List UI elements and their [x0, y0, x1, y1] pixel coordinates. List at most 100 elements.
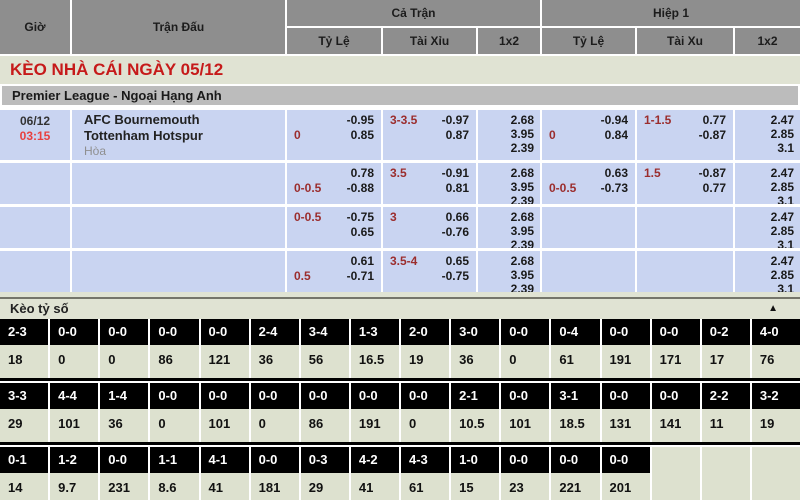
- score-cell: 0-0: [501, 383, 549, 409]
- score-cell: 1-2: [50, 447, 98, 473]
- handicap-label: 1.5: [644, 166, 661, 181]
- value-cell: 86: [150, 345, 198, 378]
- score-cell: 0-0: [251, 447, 299, 473]
- h1-1x2-cell[interactable]: 2.472.853.1: [735, 207, 800, 248]
- match-cell: AFC BournemouthTottenham HotspurHòa: [72, 110, 285, 160]
- score-cell: 1-4: [100, 383, 148, 409]
- score-cell: 0-0: [652, 319, 700, 345]
- h1-overunder-cell[interactable]: 1.5 -0.870.77: [637, 163, 733, 204]
- ft-1x2-cell[interactable]: 2.683.952.39: [478, 207, 540, 248]
- score-cell: 4-4: [50, 383, 98, 409]
- odds-value: 0.85: [351, 128, 374, 143]
- h1-handicap-cell[interactable]: -0.9400.84: [542, 110, 635, 160]
- h1-overunder-cell[interactable]: [637, 207, 733, 248]
- value-cell: 23: [501, 473, 549, 500]
- match-date: 06/12: [0, 114, 70, 129]
- odds-row: 06/1203:15AFC BournemouthTottenham Hotsp…: [0, 110, 800, 160]
- odds-value: 2.47: [735, 210, 800, 224]
- row-separator: [0, 378, 800, 381]
- score-cell: 4-0: [752, 319, 800, 345]
- h1-handicap-cell[interactable]: [542, 207, 635, 248]
- ft-1x2-cell[interactable]: 2.683.952.39: [478, 110, 540, 160]
- odds-value: 2.68: [478, 166, 540, 180]
- ft-overunder-cell[interactable]: 30.66-0.76: [383, 207, 476, 248]
- ft-handicap-cell[interactable]: 0-0.5-0.750.65: [287, 207, 381, 248]
- odds-value: 0.84: [605, 128, 628, 143]
- h1-handicap-cell[interactable]: [542, 251, 635, 292]
- odds-value: -0.91: [442, 166, 469, 181]
- score-cell: 0-2: [702, 319, 750, 345]
- value-cell: 56: [301, 345, 349, 378]
- h1-overunder-cell[interactable]: [637, 251, 733, 292]
- ft-handicap-cell[interactable]: -0.9500.85: [287, 110, 381, 160]
- value-cell: 41: [351, 473, 399, 500]
- odds-value: -0.87: [699, 128, 726, 143]
- odds-value: -0.87: [699, 166, 726, 181]
- value-cell: 19: [752, 409, 800, 442]
- time-cell: 06/1203:15: [0, 110, 70, 160]
- value-cell: 121: [201, 345, 249, 378]
- collapse-icon[interactable]: ▲: [768, 303, 778, 314]
- league-header: Premier League - Ngoại Hạng Anh: [0, 84, 800, 107]
- handicap-label: 0-0.5: [294, 210, 321, 225]
- score-section-title: Kèo tỷ số: [10, 301, 69, 316]
- score-cell: 0-4: [551, 319, 599, 345]
- odds-value: 2.68: [478, 113, 540, 127]
- h1-1x2-cell[interactable]: 2.472.853.1: [735, 163, 800, 204]
- handicap-label: 3-3.5: [390, 113, 417, 128]
- odds-row: 0.780-0.5-0.883.5-0.910.812.683.952.390.…: [0, 163, 800, 204]
- score-cell: 2-0: [401, 319, 449, 345]
- odds-value: 0.77: [703, 113, 726, 128]
- score-cell: [702, 447, 750, 473]
- score-cell: 0-0: [251, 383, 299, 409]
- ft-overunder-cell[interactable]: 3.5-0.910.81: [383, 163, 476, 204]
- value-cell: [652, 473, 700, 500]
- odds-value: -0.76: [442, 225, 469, 240]
- odds-table: 06/1203:15AFC BournemouthTottenham Hotsp…: [0, 107, 800, 292]
- header-ft-1x2: 1x2: [478, 28, 540, 54]
- value-cell: 61: [551, 345, 599, 378]
- score-cell: 4-1: [201, 447, 249, 473]
- ft-1x2-cell[interactable]: 2.683.952.39: [478, 251, 540, 292]
- h1-handicap-cell[interactable]: 0.630-0.5-0.73: [542, 163, 635, 204]
- odds-value: 0.78: [351, 166, 374, 181]
- h1-1x2-cell[interactable]: 2.472.853.1: [735, 110, 800, 160]
- score-cell: 4-2: [351, 447, 399, 473]
- ft-overunder-cell[interactable]: 3-3.5-0.970.87: [383, 110, 476, 160]
- match-cell: [72, 251, 285, 292]
- match-cell: [72, 207, 285, 248]
- ft-handicap-cell[interactable]: 0.780-0.5-0.88: [287, 163, 381, 204]
- h1-1x2-cell[interactable]: 2.472.853.1: [735, 251, 800, 292]
- score-cell: 0-0: [652, 383, 700, 409]
- odds-value: 2.85: [735, 127, 800, 141]
- odds-value: 2.39: [478, 282, 540, 292]
- value-cell: 141: [652, 409, 700, 442]
- header-h1-1x2: 1x2: [735, 28, 800, 54]
- odds-value: 2.47: [735, 166, 800, 180]
- value-cell: 0: [100, 345, 148, 378]
- score-table-row: 180086121365616.519360611911711776: [0, 345, 800, 378]
- score-cell: 0-0: [201, 319, 249, 345]
- header-ft-overunder: Tài Xỉu: [383, 28, 476, 54]
- odds-value: -0.71: [347, 269, 374, 284]
- ft-overunder-cell[interactable]: 3.5-40.65-0.75: [383, 251, 476, 292]
- score-cell: 2-1: [451, 383, 499, 409]
- odds-value: 0.77: [703, 181, 726, 196]
- h1-overunder-cell[interactable]: 1-1.50.77-0.87: [637, 110, 733, 160]
- time-cell: [0, 251, 70, 292]
- score-cell: 0-3: [301, 447, 349, 473]
- ft-1x2-cell[interactable]: 2.683.952.39: [478, 163, 540, 204]
- odds-value: 3.1: [735, 194, 800, 204]
- odds-value: -0.94: [601, 113, 628, 128]
- score-cell: 2-2: [702, 383, 750, 409]
- score-cell: 0-0: [551, 447, 599, 473]
- header-ft-handicap: Tỷ Lệ: [287, 28, 381, 54]
- score-table-row: 3-34-41-40-00-00-00-00-00-02-10-03-10-00…: [0, 383, 800, 409]
- value-cell: 101: [201, 409, 249, 442]
- score-cell: 1-3: [351, 319, 399, 345]
- odds-value: 2.85: [735, 224, 800, 238]
- score-cell: 0-0: [201, 383, 249, 409]
- ft-handicap-cell[interactable]: 0.610.5-0.71: [287, 251, 381, 292]
- value-cell: 101: [501, 409, 549, 442]
- value-cell: 0: [501, 345, 549, 378]
